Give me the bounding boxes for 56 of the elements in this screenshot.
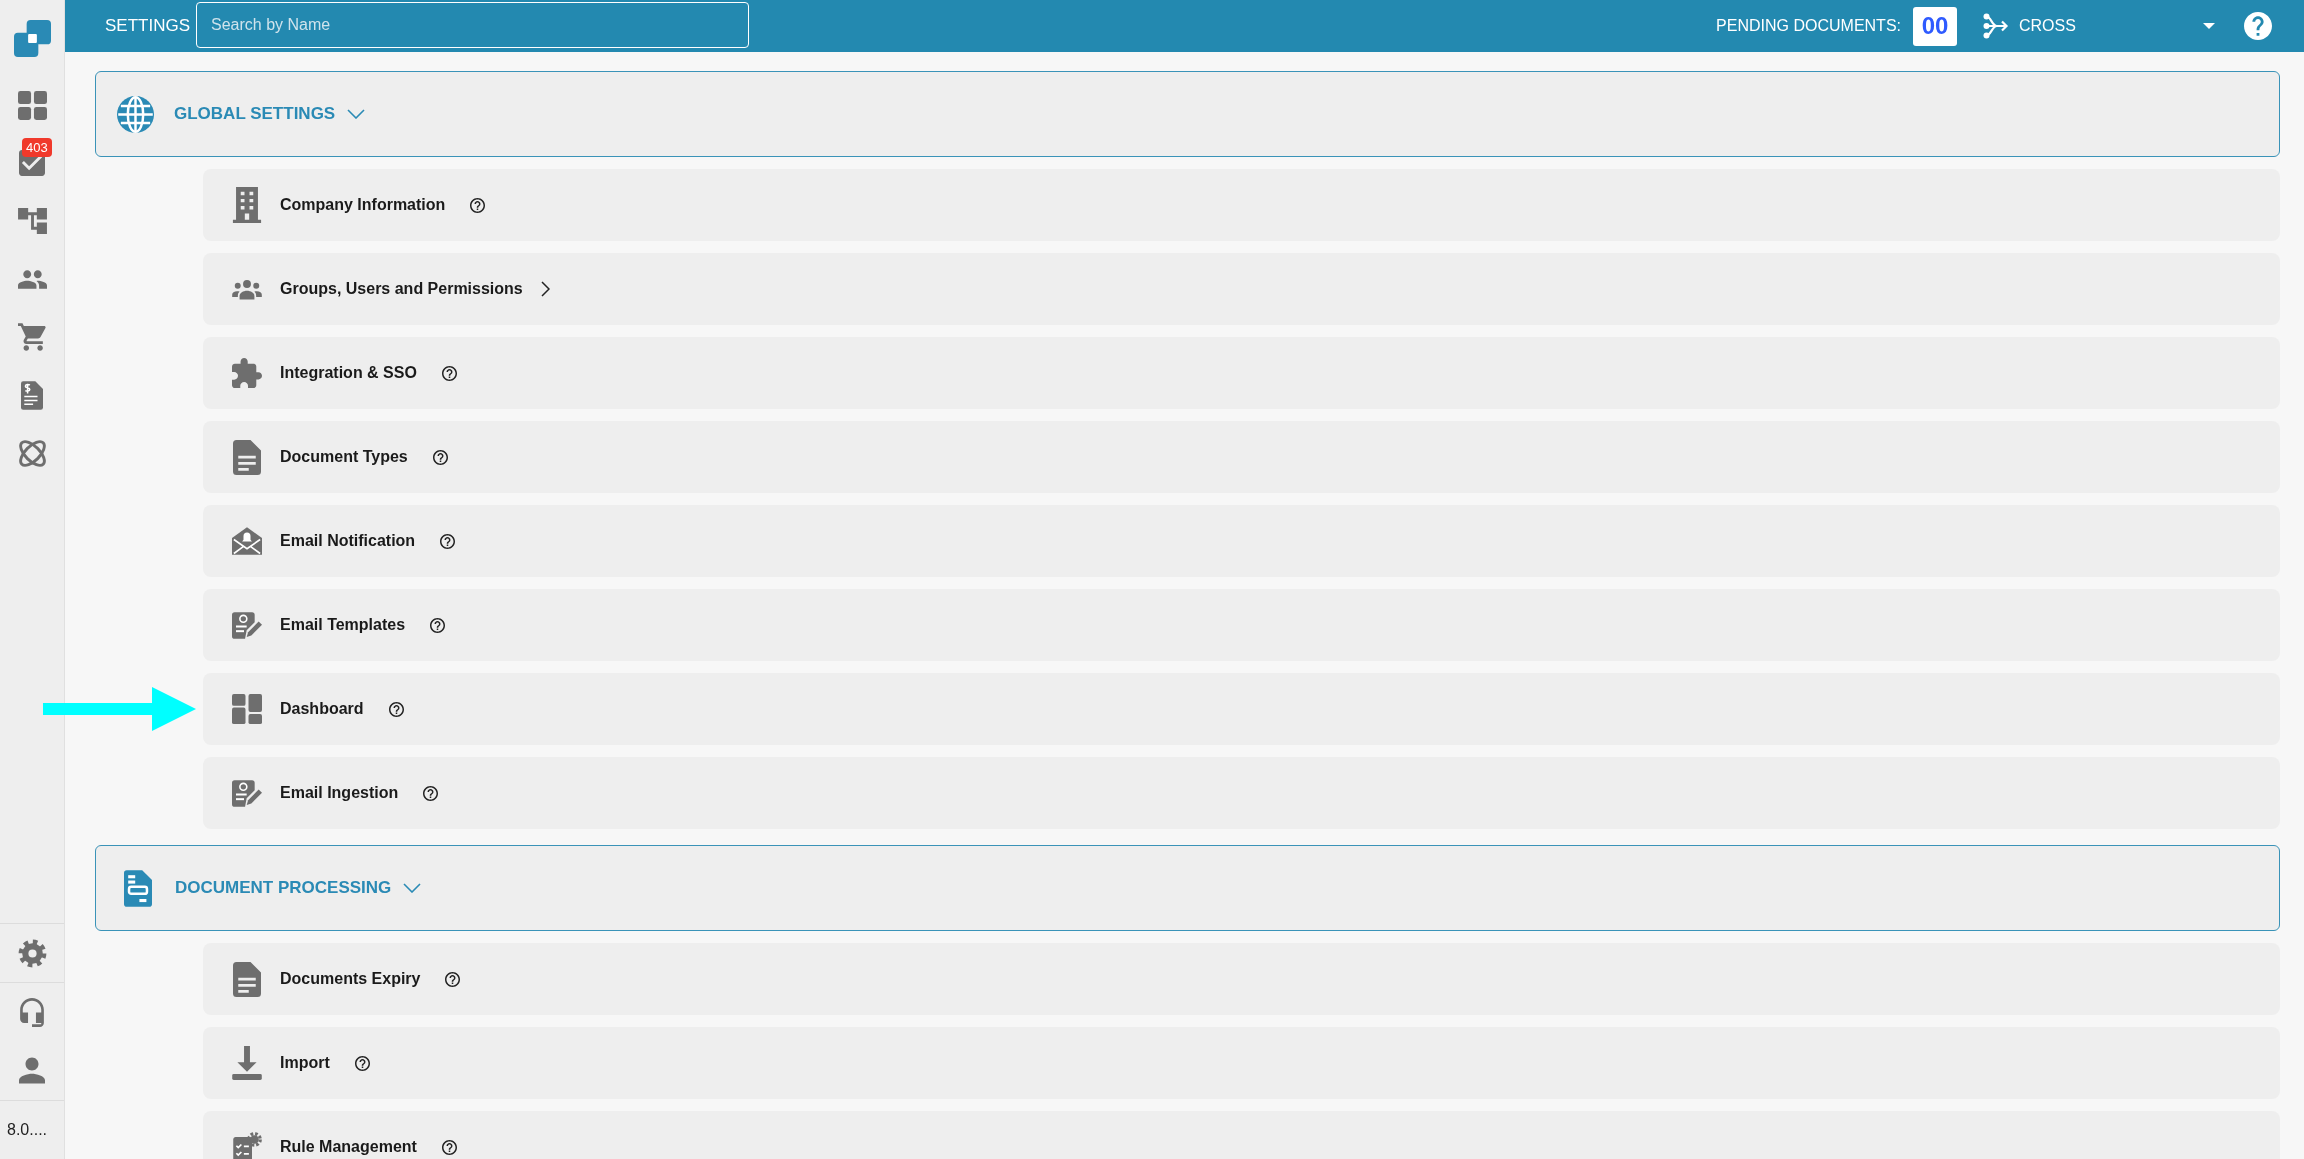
settings-item[interactable]: Groups, Users and Permissions [203,253,2280,325]
settings-item[interactable]: Document Types [203,421,2280,493]
help-icon[interactable] [445,971,461,987]
settings-item[interactable]: Documents Expiry [203,943,2280,1015]
chevron-right-icon [540,281,550,297]
hierarchy-icon[interactable] [17,208,47,234]
download-icon [232,1046,262,1080]
globe-icon [117,95,154,133]
logo-icon[interactable] [13,19,51,57]
group-icon [232,278,262,300]
chevron-down-icon [403,883,422,893]
dashboard-icon[interactable] [17,90,47,120]
settings-item[interactable]: Rule Management [203,1111,2280,1159]
envelope-bell-icon [232,527,262,555]
help-icon[interactable] [470,197,486,213]
user-icon[interactable] [19,1057,45,1084]
help-icon[interactable] [388,701,404,717]
settings-item[interactable]: Integration & SSO [203,337,2280,409]
search-field[interactable]: Search by Name [196,2,749,48]
settings-item[interactable]: Email Templates [203,589,2280,661]
help-icon[interactable] [441,1139,457,1155]
workspace-select[interactable]: CROSS [1983,8,2215,44]
document-icon [124,869,152,907]
pending-documents-label: PENDING DOCUMENTS: [1716,16,1901,36]
settings-item[interactable]: Import [203,1027,2280,1099]
headset-icon[interactable] [20,997,44,1027]
document-icon [232,439,262,475]
page-title: SETTINGS [105,15,190,38]
document-pencil-icon [232,779,262,807]
help-icon[interactable] [423,785,439,801]
chevron-down-icon [347,109,366,119]
orbit-icon[interactable] [17,438,47,468]
settings-item[interactable]: Dashboard [203,673,2280,745]
help-icon[interactable] [432,449,448,465]
task-count-badge: 403 [22,138,52,157]
settings-item[interactable]: Email Ingestion [203,757,2280,829]
document-pencil-icon [232,611,262,639]
clipboard-gear-icon [232,1132,262,1159]
settings-item[interactable]: Company Information [203,169,2280,241]
people-icon[interactable] [17,269,47,289]
help-icon[interactable] [430,617,446,633]
help-icon[interactable] [440,533,456,549]
document-icon [232,961,262,997]
puzzle-icon [232,358,262,388]
pending-count: 00 [1913,6,1957,46]
building-icon [232,187,262,223]
version-label: 8.0.... [7,1120,48,1140]
caret-icon [2203,23,2215,29]
help-icon[interactable] [354,1055,370,1071]
settings-icon[interactable] [17,938,47,968]
dashboard-icon [232,694,262,724]
invoice-icon[interactable] [21,380,43,410]
help-icon[interactable] [441,365,457,381]
settings-item[interactable]: Email Notification [203,505,2280,577]
cart-icon[interactable] [17,323,47,351]
branch-icon [1983,13,2009,39]
